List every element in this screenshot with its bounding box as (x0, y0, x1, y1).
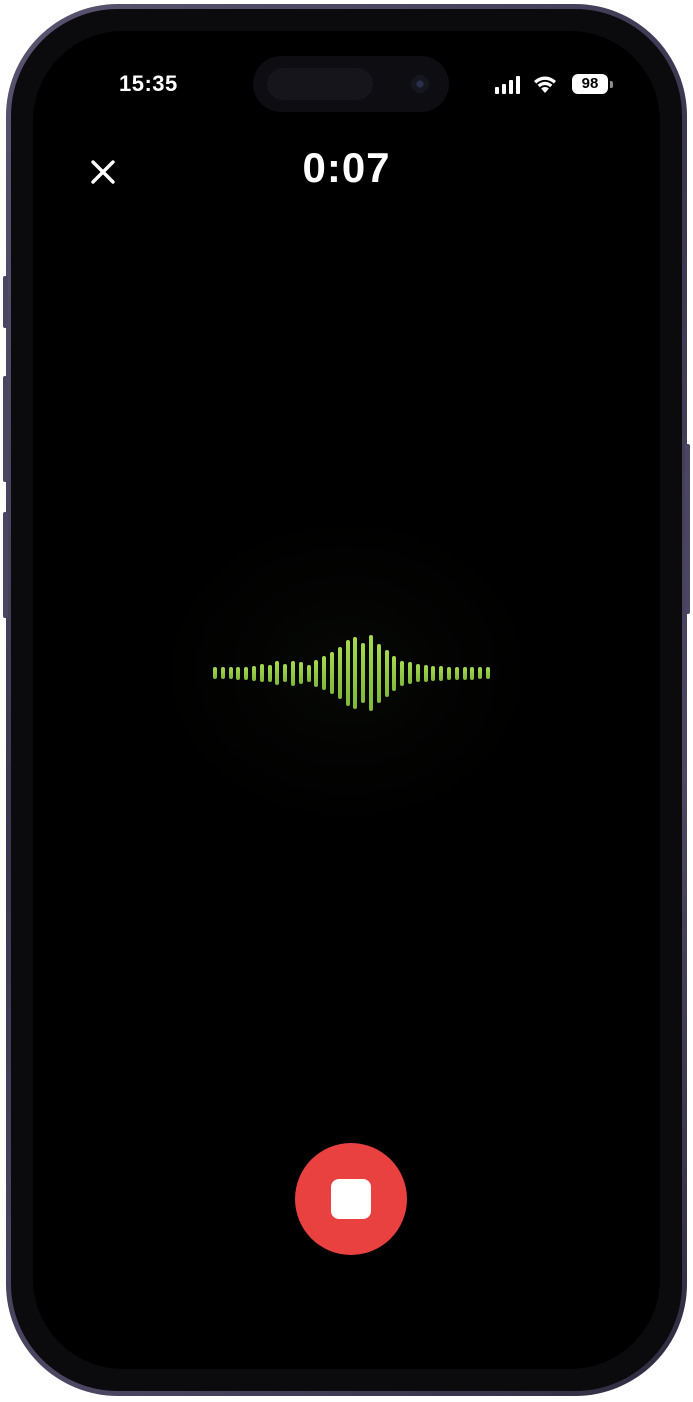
island-sensor (267, 68, 373, 100)
waveform-bar (400, 661, 404, 686)
bezel: 15:35 98 0:07 (11, 9, 682, 1391)
waveform-bar (353, 637, 357, 709)
waveform-bar (291, 661, 295, 686)
waveform-bar (361, 643, 365, 703)
stop-recording-button[interactable] (295, 1143, 407, 1255)
power-button (685, 444, 690, 614)
waveform-bar (463, 667, 467, 680)
volume-down-button (3, 512, 8, 618)
waveform-bar (478, 667, 482, 679)
waveform-bar (244, 667, 248, 680)
waveform-bar (229, 667, 233, 679)
waveform-bar (322, 656, 326, 690)
battery-icon (610, 81, 613, 88)
waveform-bar (408, 662, 412, 684)
waveform-bar (431, 666, 435, 681)
waveform-bar (307, 665, 311, 682)
waveform-bar (314, 660, 318, 687)
waveform-bar (330, 652, 334, 694)
waveform-bar (392, 656, 396, 691)
stop-icon (331, 1179, 371, 1219)
waveform-bar (369, 635, 373, 711)
waveform-bar (416, 664, 420, 682)
waveform-bar (221, 667, 225, 679)
waveform-bar (268, 665, 272, 682)
status-time: 15:35 (119, 71, 178, 96)
waveform-bar (275, 661, 279, 685)
waveform-bar (283, 664, 287, 682)
waveform-bar (346, 640, 350, 706)
wifi-icon (534, 76, 556, 93)
audio-waveform (213, 631, 493, 715)
waveform-bar (252, 666, 256, 681)
waveform-bar (470, 667, 474, 680)
action-button (3, 276, 8, 328)
waveform-bar (213, 667, 217, 679)
phone-frame: 15:35 98 0:07 (3, 4, 690, 1396)
waveform-bar (447, 667, 451, 680)
cellular-signal-icon (495, 76, 525, 94)
screen: 15:35 98 0:07 (33, 31, 660, 1369)
waveform-bar (385, 650, 389, 697)
waveform-bar (424, 665, 428, 682)
recording-timer: 0:07 (302, 144, 391, 191)
front-camera-icon (411, 75, 429, 93)
waveform-bar (377, 644, 381, 703)
waveform-bar (439, 666, 443, 681)
battery-level: 98 (572, 74, 608, 94)
waveform-bar (486, 667, 490, 679)
volume-up-button (3, 376, 8, 482)
waveform-bar (236, 667, 240, 680)
waveform-bar (455, 667, 459, 680)
waveform-bar (260, 664, 264, 682)
dynamic-island (253, 56, 449, 112)
waveform-bar (338, 647, 342, 699)
waveform-bar (299, 662, 303, 684)
